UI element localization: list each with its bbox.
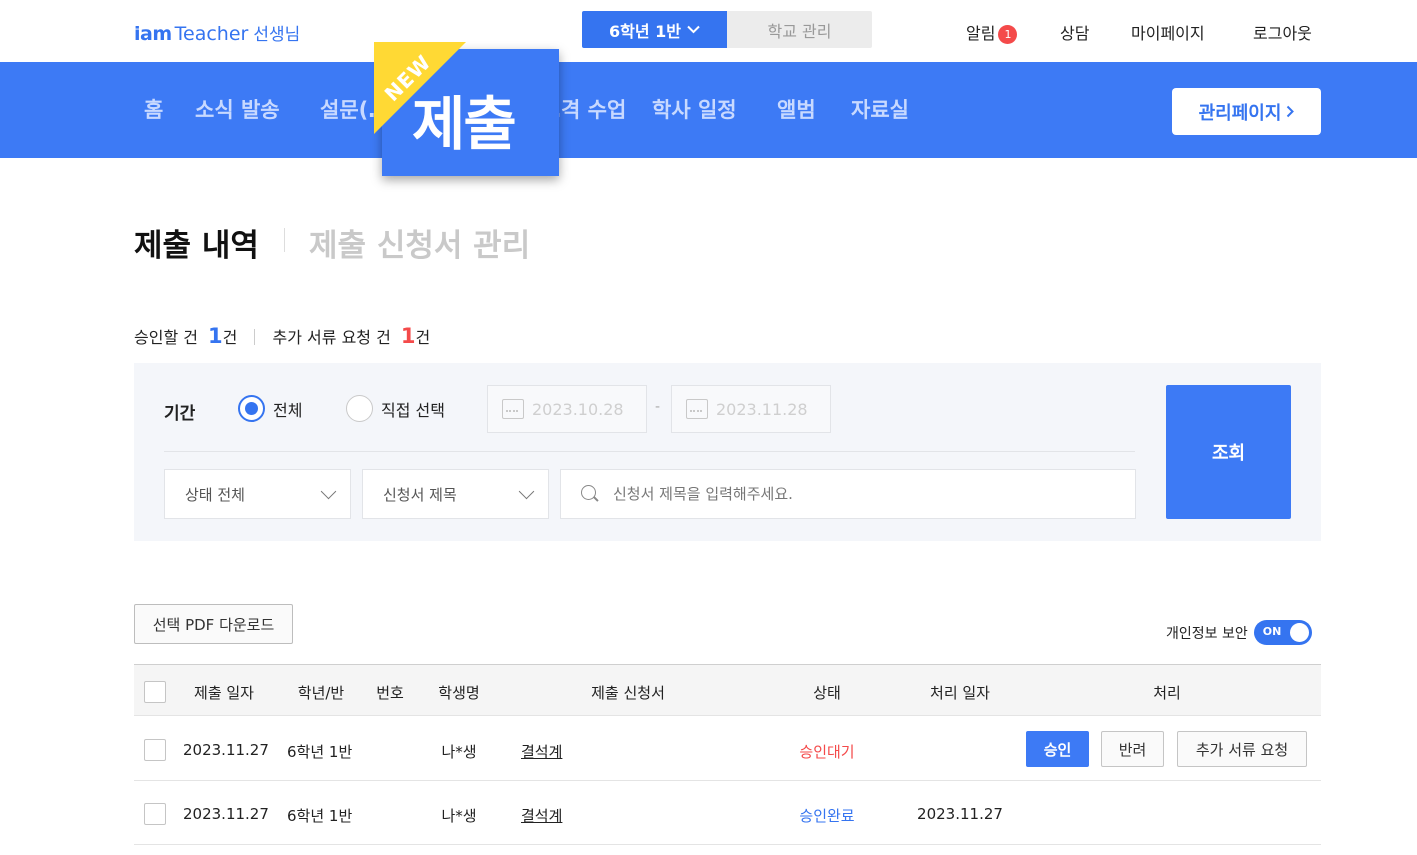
toggle-knob <box>1289 623 1309 642</box>
calendar-icon <box>502 399 524 419</box>
cell-form-link[interactable]: 결석계 <box>521 741 562 762</box>
nav-item-album[interactable]: 앨범 <box>777 94 816 124</box>
nav-item-schedule[interactable]: 학사 일정 <box>652 94 737 124</box>
counsel-link[interactable]: 상담 <box>1060 20 1089 44</box>
request-extra-docs-button[interactable]: 추가 서류 요청 <box>1177 731 1307 767</box>
logo-iam-text: iam <box>134 23 172 45</box>
admin-page-button[interactable]: 관리페이지 <box>1172 88 1321 135</box>
cell-student-name: 나*생 <box>441 807 477 825</box>
approve-count-unit: 건 <box>222 328 238 347</box>
period-label: 기간 <box>164 404 196 424</box>
cell-status: 승인대기 <box>799 743 855 761</box>
admin-page-label: 관리페이지 <box>1198 102 1282 124</box>
col-status: 상태 <box>813 684 841 702</box>
row-checkbox[interactable] <box>144 739 166 761</box>
logo-sub-text: 선생님 <box>253 25 301 45</box>
status-select-value: 상태 전체 <box>185 485 245 504</box>
pdf-download-button[interactable]: 선택 PDF 다운로드 <box>134 604 293 644</box>
row-checkbox[interactable] <box>144 803 166 825</box>
query-button[interactable]: 조회 <box>1166 385 1291 519</box>
extra-request-count-value: 1 <box>400 324 416 348</box>
cell-grade-class: 6학년 1반 <box>287 807 353 825</box>
extra-request-count-label: 추가 서류 요청 건 <box>272 328 391 347</box>
status-select[interactable]: 상태 전체 <box>164 469 351 519</box>
radio-all-label: 전체 <box>273 400 303 420</box>
cell-grade-class: 6학년 1반 <box>287 743 353 761</box>
chevron-right-icon <box>1287 105 1295 118</box>
radio-unchecked-icon <box>346 395 373 422</box>
page-title[interactable]: 제출 내역 <box>134 220 259 265</box>
cell-processed-date: 2023.11.27 <box>917 805 1003 823</box>
summary-divider <box>254 329 256 345</box>
filter-panel: 기간 전체 직접 선택 2023.10.28 - 2023.11.28 상태 전… <box>134 363 1321 541</box>
radio-checked-icon <box>238 395 265 422</box>
date-from-value: 2023.10.28 <box>532 399 624 419</box>
search-input[interactable] <box>613 485 1093 503</box>
privacy-setting: 개인정보 보안 ON <box>1166 620 1312 645</box>
title-divider <box>284 228 285 252</box>
tab-form-management[interactable]: 제출 신청서 관리 <box>309 220 530 265</box>
summary-counts: 승인할 건 1건 추가 서류 요청 건 1건 <box>134 324 430 348</box>
cell-student-name: 나*생 <box>441 743 477 761</box>
nav-item-news[interactable]: 소식 발송 <box>195 94 280 124</box>
search-icon <box>581 485 599 503</box>
approve-button[interactable]: 승인 <box>1026 731 1089 767</box>
chevron-down-icon <box>518 483 535 499</box>
search-box <box>560 469 1136 519</box>
cell-submit-date: 2023.11.27 <box>183 741 269 759</box>
table-row: 2023.11.27 6학년 1반 나*생 결석계 승인완료 2023.11.2… <box>134 781 1321 845</box>
alarm-link[interactable]: 알림 1 <box>966 20 1018 44</box>
col-processed-date: 처리 일자 <box>930 684 990 702</box>
privacy-toggle-state: ON <box>1262 625 1282 638</box>
date-range-separator: - <box>655 399 661 415</box>
class-select-button[interactable]: 6학년 1반 <box>582 11 727 48</box>
logo-teacher-text: Teacher <box>174 23 249 45</box>
chevron-down-icon <box>320 483 337 499</box>
calendar-icon <box>686 399 708 419</box>
mypage-link[interactable]: 마이페이지 <box>1131 20 1205 44</box>
alarm-label: 알림 <box>966 24 996 43</box>
col-grade-class: 학년/반 <box>297 684 345 702</box>
filter-divider <box>164 451 1135 452</box>
reject-button[interactable]: 반려 <box>1101 731 1164 767</box>
col-submit-date: 제출 일자 <box>194 684 254 702</box>
top-bar: iam Teacher 선생님 6학년 1반 학교 관리 알림 1 상담 마이페이지 … <box>0 0 1417 62</box>
extra-request-count-unit: 건 <box>415 328 431 347</box>
col-number: 번호 <box>376 684 404 702</box>
chevron-down-icon <box>687 25 700 34</box>
col-submitted-form: 제출 신청서 <box>591 684 665 702</box>
date-to-field[interactable]: 2023.11.28 <box>671 385 831 433</box>
approve-count-label: 승인할 건 <box>134 328 198 347</box>
radio-period-all[interactable]: 전체 <box>238 395 302 422</box>
logout-link[interactable]: 로그아웃 <box>1253 20 1312 44</box>
radio-custom-label: 직접 선택 <box>381 400 445 420</box>
cell-status: 승인완료 <box>799 807 855 825</box>
cell-form-link[interactable]: 결석계 <box>521 805 562 826</box>
cell-submit-date: 2023.11.27 <box>183 805 269 823</box>
form-title-select[interactable]: 신청서 제목 <box>362 469 549 519</box>
privacy-toggle[interactable]: ON <box>1253 620 1312 645</box>
main-nav: 홈 소식 발송 설문(… …격 수업 학사 일정 앨범 자료실 관리페이지 <box>0 62 1417 158</box>
col-student-name: 학생명 <box>438 684 480 702</box>
col-actions: 처리 <box>1153 684 1181 702</box>
approve-count-value: 1 <box>207 324 223 348</box>
table-header: 제출 일자 학년/반 번호 학생명 제출 신청서 상태 처리 일자 처리 <box>134 664 1321 716</box>
radio-period-custom[interactable]: 직접 선택 <box>346 395 445 422</box>
class-select-label: 6학년 1반 <box>609 21 681 41</box>
app-logo[interactable]: iam Teacher 선생님 <box>134 20 300 45</box>
new-ribbon-badge: NEW <box>374 42 466 134</box>
date-from-field[interactable]: 2023.10.28 <box>487 385 647 433</box>
nav-item-home[interactable]: 홈 <box>144 94 163 124</box>
date-to-value: 2023.11.28 <box>716 399 808 419</box>
table-row: 2023.11.27 6학년 1반 나*생 결석계 승인대기 승인 반려 추가 … <box>134 717 1321 781</box>
alarm-count-badge: 1 <box>998 25 1018 44</box>
privacy-label: 개인정보 보안 <box>1166 625 1248 642</box>
school-manage-button[interactable]: 학교 관리 <box>727 11 872 48</box>
select-all-checkbox[interactable] <box>144 681 166 703</box>
school-manage-label: 학교 관리 <box>767 21 832 41</box>
nav-item-resources[interactable]: 자료실 <box>851 94 909 124</box>
form-title-select-value: 신청서 제목 <box>383 485 457 504</box>
